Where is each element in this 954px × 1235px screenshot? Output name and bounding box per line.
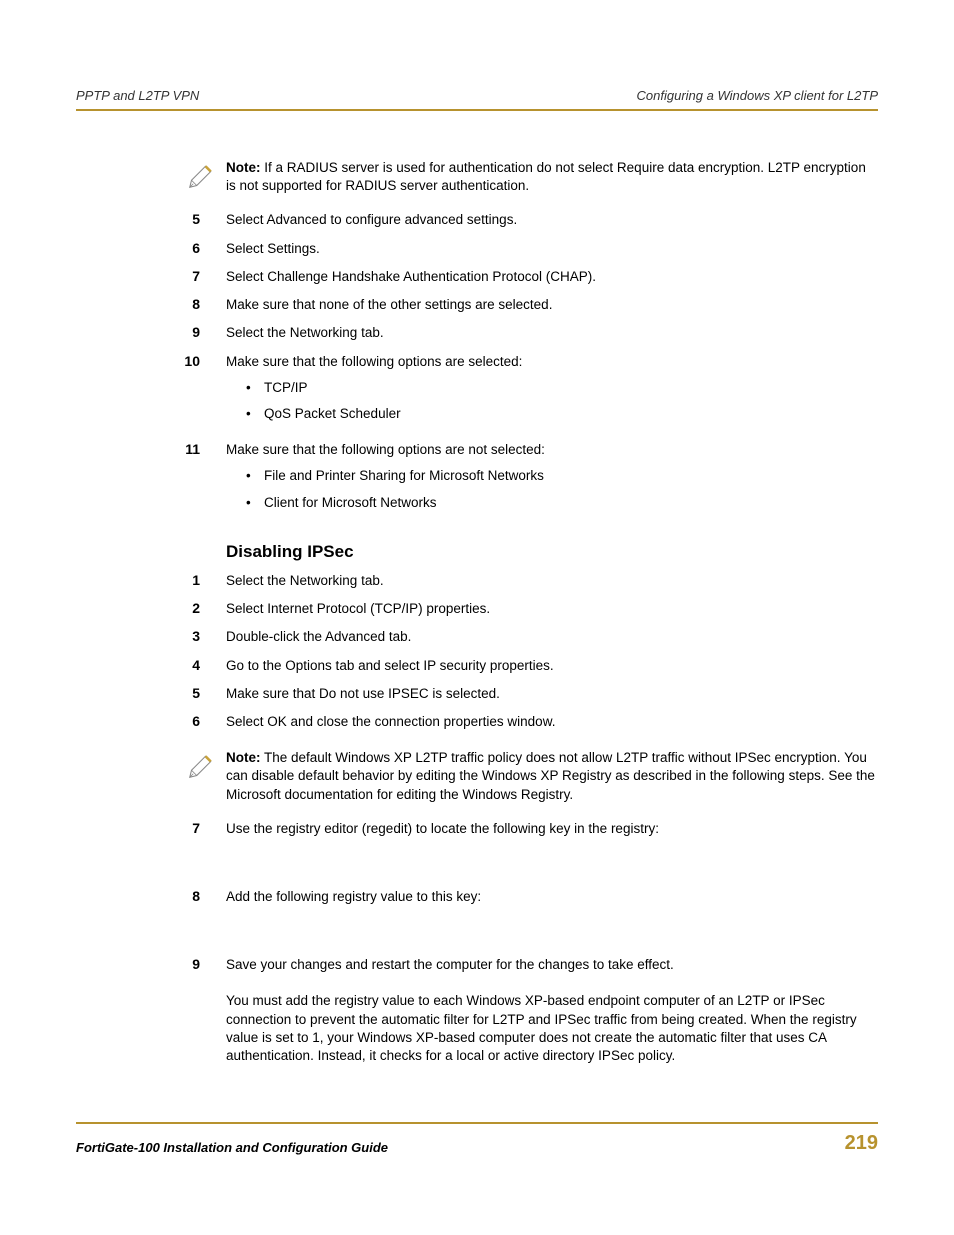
step-body: Make sure that none of the other setting… — [226, 296, 878, 314]
step-number: 6 — [178, 240, 226, 256]
step-text: Go to the Options tab and select IP secu… — [226, 658, 554, 673]
sublist-item: Client for Microsoft Networks — [226, 494, 878, 512]
note-body: The default Windows XP L2TP traffic poli… — [226, 750, 875, 801]
footer-title: FortiGate-100 Installation and Configura… — [76, 1140, 388, 1155]
step-number: 4 — [178, 657, 226, 673]
step-item: 1Select the Networking tab. — [178, 572, 878, 590]
step-item: 10Make sure that the following options a… — [178, 353, 878, 432]
note-text: Note: If a RADIUS server is used for aut… — [226, 159, 878, 195]
step-item: 3Double-click the Advanced tab. — [178, 628, 878, 646]
step-item: 6Select Settings. — [178, 240, 878, 258]
page-header: PPTP and L2TP VPN Configuring a Windows … — [76, 88, 878, 111]
step-body: Add the following registry value to this… — [226, 888, 878, 906]
step-body: Select the Networking tab. — [226, 324, 878, 342]
step-body: Make sure that Do not use IPSEC is selec… — [226, 685, 878, 703]
step-number: 7 — [178, 820, 226, 836]
note-text: Note: The default Windows XP L2TP traffi… — [226, 749, 878, 804]
step-text: Select the Networking tab. — [226, 573, 384, 588]
note-pencil-icon — [178, 749, 226, 779]
steps-list-a: 5Select Advanced to configure advanced s… — [226, 211, 878, 519]
spacer — [226, 916, 878, 956]
step-body: Select Challenge Handshake Authenticatio… — [226, 268, 878, 286]
step-text: Use the registry editor (regedit) to loc… — [226, 821, 659, 836]
step-item: 9Select the Networking tab. — [178, 324, 878, 342]
step-body: Select the Networking tab. — [226, 572, 878, 590]
step-item: 6Select OK and close the connection prop… — [178, 713, 878, 731]
note-label: Note: — [226, 750, 261, 765]
step-text: Select Advanced to configure advanced se… — [226, 212, 517, 227]
step-number: 5 — [178, 211, 226, 227]
step-body: Use the registry editor (regedit) to loc… — [226, 820, 878, 838]
step-number: 9 — [178, 324, 226, 340]
sublist-item: File and Printer Sharing for Microsoft N… — [226, 467, 878, 485]
note-block: Note: If a RADIUS server is used for aut… — [178, 159, 878, 195]
step-sublist: TCP/IP QoS Packet Scheduler — [226, 379, 878, 423]
note-pencil-icon — [178, 159, 226, 189]
main-content: Note: If a RADIUS server is used for aut… — [76, 159, 878, 1065]
step-item: 7Use the registry editor (regedit) to lo… — [178, 820, 878, 838]
step-text: Make sure that the following options are… — [226, 354, 522, 369]
step-body: Go to the Options tab and select IP secu… — [226, 657, 878, 675]
step-number: 10 — [178, 353, 226, 369]
step-text: Select Settings. — [226, 241, 320, 256]
note-body: If a RADIUS server is used for authentic… — [226, 160, 866, 193]
step-text: Select Challenge Handshake Authenticatio… — [226, 269, 596, 284]
steps-list-c: 7Use the registry editor (regedit) to lo… — [226, 820, 878, 975]
page-footer: FortiGate-100 Installation and Configura… — [76, 1122, 878, 1155]
step-text: Make sure that the following options are… — [226, 442, 545, 457]
step-number: 1 — [178, 572, 226, 588]
step-number: 7 — [178, 268, 226, 284]
step-text: Double-click the Advanced tab. — [226, 629, 411, 644]
step-item: 5Make sure that Do not use IPSEC is sele… — [178, 685, 878, 703]
step-item: 5Select Advanced to configure advanced s… — [178, 211, 878, 229]
steps-list-b: 1Select the Networking tab.2Select Inter… — [226, 572, 878, 731]
step-body: Make sure that the following options are… — [226, 353, 878, 432]
step-number: 8 — [178, 888, 226, 904]
header-right: Configuring a Windows XP client for L2TP — [637, 88, 878, 103]
step-text: Add the following registry value to this… — [226, 889, 481, 904]
step-sublist: File and Printer Sharing for Microsoft N… — [226, 467, 878, 511]
step-number: 3 — [178, 628, 226, 644]
step-body: Select Advanced to configure advanced se… — [226, 211, 878, 229]
sublist-item: TCP/IP — [226, 379, 878, 397]
step-number: 2 — [178, 600, 226, 616]
step-text: Select OK and close the connection prope… — [226, 714, 555, 729]
sublist-item: QoS Packet Scheduler — [226, 405, 878, 423]
step-body: Double-click the Advanced tab. — [226, 628, 878, 646]
step-body: Select OK and close the connection prope… — [226, 713, 878, 731]
step-text: Save your changes and restart the comput… — [226, 957, 674, 972]
section-heading: Disabling IPSec — [226, 542, 878, 562]
step-number: 5 — [178, 685, 226, 701]
step-item: 7Select Challenge Handshake Authenticati… — [178, 268, 878, 286]
step-number: 6 — [178, 713, 226, 729]
header-left: PPTP and L2TP VPN — [76, 88, 199, 103]
note-block: Note: The default Windows XP L2TP traffi… — [178, 749, 878, 804]
step-body: Select Settings. — [226, 240, 878, 258]
step-item: 8Make sure that none of the other settin… — [178, 296, 878, 314]
step-body: Select Internet Protocol (TCP/IP) proper… — [226, 600, 878, 618]
step-text: Make sure that none of the other setting… — [226, 297, 552, 312]
step-number: 11 — [178, 441, 226, 457]
step-item: 11Make sure that the following options a… — [178, 441, 878, 520]
spacer — [226, 848, 878, 888]
step-text: Make sure that Do not use IPSEC is selec… — [226, 686, 500, 701]
step-item: 8Add the following registry value to thi… — [178, 888, 878, 906]
step-body: Make sure that the following options are… — [226, 441, 878, 520]
note-label: Note: — [226, 160, 261, 175]
step-text: Select Internet Protocol (TCP/IP) proper… — [226, 601, 490, 616]
step-item: 4Go to the Options tab and select IP sec… — [178, 657, 878, 675]
step-item: 9Save your changes and restart the compu… — [178, 956, 878, 974]
closing-paragraph: You must add the registry value to each … — [178, 992, 878, 1065]
step-number: 9 — [178, 956, 226, 972]
step-body: Save your changes and restart the comput… — [226, 956, 878, 974]
page-number: 219 — [845, 1132, 878, 1155]
step-text: Select the Networking tab. — [226, 325, 384, 340]
step-number: 8 — [178, 296, 226, 312]
step-item: 2Select Internet Protocol (TCP/IP) prope… — [178, 600, 878, 618]
